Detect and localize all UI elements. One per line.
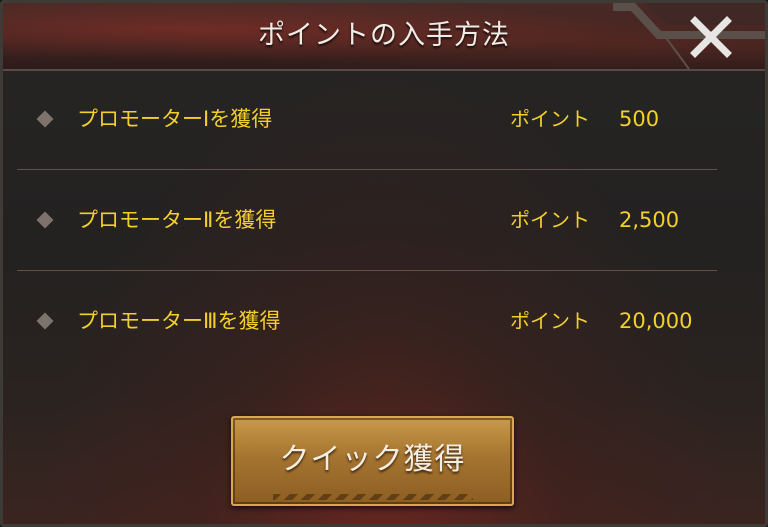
quick-acquire-button[interactable]: クイック獲得 xyxy=(231,416,514,506)
diamond-bullet-icon xyxy=(36,312,54,330)
points-value: 2,500 xyxy=(619,208,680,232)
close-x-icon xyxy=(690,16,732,58)
points-value: 500 xyxy=(619,107,660,131)
item-label: プロモーターⅠを獲得 xyxy=(77,107,273,131)
points-label: ポイント xyxy=(510,107,590,131)
button-stripe-decoration xyxy=(273,494,473,500)
list-item: プロモーターⅠを獲得 ポイント 500 xyxy=(17,69,717,170)
close-button[interactable] xyxy=(679,11,743,63)
list-item: プロモーターⅡを獲得 ポイント 2,500 xyxy=(17,170,717,271)
dialog-header: ポイントの入手方法 xyxy=(3,3,765,71)
item-label: プロモーターⅡを獲得 xyxy=(77,208,277,232)
diamond-bullet-icon xyxy=(36,110,54,128)
points-label: ポイント xyxy=(510,208,590,232)
points-acquisition-dialog: ポイントの入手方法 プロモーターⅠを獲得 ポイント 500 プロモーターⅡを獲得… xyxy=(0,0,768,527)
quick-acquire-label: クイック獲得 xyxy=(279,442,466,477)
acquisition-list: プロモーターⅠを獲得 ポイント 500 プロモーターⅡを獲得 ポイント 2,50… xyxy=(17,69,717,371)
item-label: プロモーターⅢを獲得 xyxy=(77,309,281,333)
dialog-title: ポイントの入手方法 xyxy=(258,20,510,51)
points-value: 20,000 xyxy=(619,309,693,333)
diamond-bullet-icon xyxy=(36,211,54,229)
points-label: ポイント xyxy=(510,309,590,333)
list-item: プロモーターⅢを獲得 ポイント 20,000 xyxy=(17,271,717,371)
